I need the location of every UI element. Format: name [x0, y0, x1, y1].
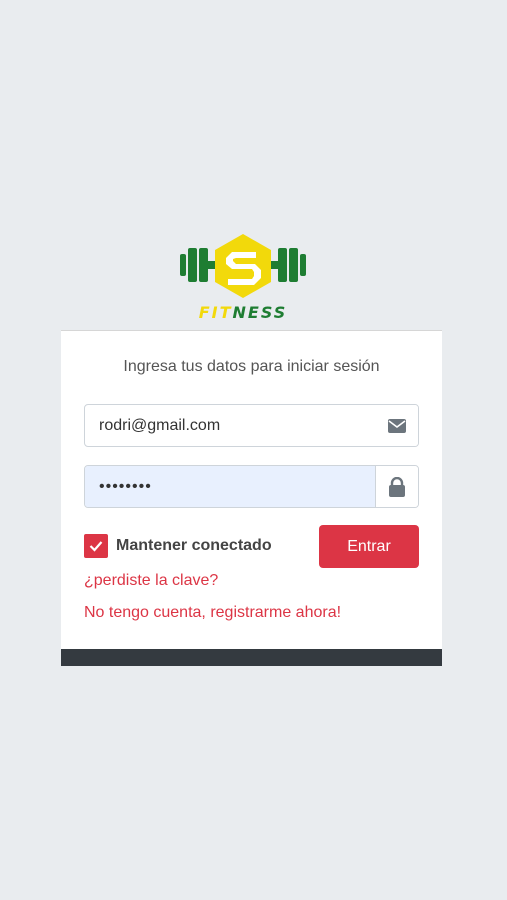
card-footer: [61, 649, 442, 666]
fitness-logo: FITNESS: [176, 232, 310, 324]
lock-icon: [375, 466, 418, 507]
remember-me[interactable]: Mantener conectado: [84, 534, 272, 558]
envelope-icon: [376, 405, 418, 446]
email-input[interactable]: [85, 405, 376, 446]
register-link[interactable]: No tengo cuenta, registrarme ahora!: [84, 604, 341, 622]
brand-name: FITNESS: [176, 302, 310, 324]
login-card: Ingresa tus datos para iniciar sesión Ma…: [61, 330, 442, 666]
remember-label: Mantener conectado: [116, 537, 272, 554]
password-input-group: [84, 465, 419, 508]
check-icon: [89, 541, 103, 552]
password-input[interactable]: [85, 466, 375, 507]
dumbbell-logo-icon: [180, 234, 306, 298]
brand-ness: NESS: [232, 303, 288, 322]
remember-checkbox[interactable]: [84, 534, 108, 558]
email-input-group: [84, 404, 419, 447]
login-title: Ingresa tus datos para iniciar sesión: [123, 358, 380, 375]
forgot-password-link[interactable]: ¿perdiste la clave?: [84, 572, 218, 590]
brand-fit: FIT: [198, 303, 233, 322]
submit-button[interactable]: Entrar: [319, 525, 419, 568]
